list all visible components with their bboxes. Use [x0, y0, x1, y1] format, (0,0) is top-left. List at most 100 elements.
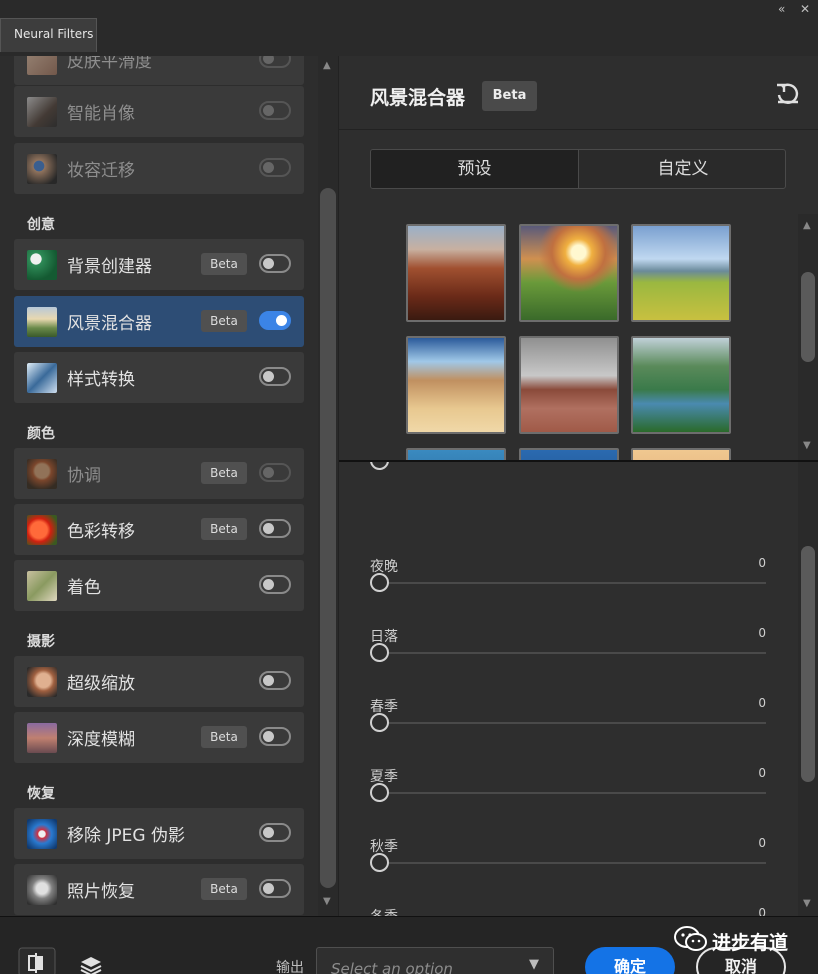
- filter-item-super-zoom[interactable]: 超级缩放: [14, 656, 304, 707]
- section-heading-creative: 创意: [27, 217, 55, 233]
- tab-preset[interactable]: 预设: [371, 150, 579, 188]
- preset-sunset-hills[interactable]: [519, 224, 619, 322]
- filter-item-skin-smoothing[interactable]: 皮肤平滑度: [14, 56, 304, 85]
- close-icon[interactable]: ✕: [800, 2, 810, 16]
- filter-label: 风景混合器: [67, 314, 152, 334]
- slider-handle[interactable]: [370, 643, 389, 662]
- scroll-up-icon[interactable]: ▲: [323, 60, 331, 71]
- slider-handle[interactable]: [370, 573, 389, 592]
- preset-mountain-meadow[interactable]: [631, 224, 731, 322]
- slider-handle[interactable]: [370, 462, 389, 470]
- super-zoom-thumbnail: [27, 667, 57, 697]
- watermark-text: 进步有道: [712, 932, 789, 954]
- filter-item-landscape-mixer[interactable]: 风景混合器 Beta: [14, 296, 304, 347]
- tab-neural-filters[interactable]: Neural Filters: [0, 18, 97, 52]
- filter-toggle[interactable]: [259, 727, 291, 746]
- filter-toggle[interactable]: [259, 823, 291, 842]
- slider-label: 秋季: [370, 839, 398, 855]
- slider-summer[interactable]: 夏季 0: [370, 766, 766, 816]
- scrollbar-thumb[interactable]: [801, 272, 815, 362]
- collapse-icon[interactable]: «: [778, 2, 785, 16]
- filter-item-depth-blur[interactable]: 深度模糊 Beta: [14, 712, 304, 763]
- slider-handle[interactable]: [370, 783, 389, 802]
- slider-value: 0: [758, 766, 766, 780]
- filter-toggle[interactable]: [259, 879, 291, 898]
- slider-value: 0: [758, 836, 766, 850]
- preset-river-valley[interactable]: [631, 336, 731, 434]
- filter-item-color-transfer[interactable]: 色彩转移 Beta: [14, 504, 304, 555]
- photo-restoration-thumbnail: [27, 875, 57, 905]
- filter-item-harmonization[interactable]: 协调 Beta: [14, 448, 304, 499]
- slider-night[interactable]: 夜晚 0: [370, 556, 766, 606]
- filter-toggle[interactable]: [259, 575, 291, 594]
- filter-label: 皮肤平滑度: [67, 56, 152, 72]
- filter-toggle[interactable]: [259, 158, 291, 177]
- slider-track[interactable]: [380, 792, 766, 794]
- filter-toggle[interactable]: [259, 101, 291, 120]
- gallery-scrollbar[interactable]: ▲ ▼: [798, 214, 818, 460]
- scroll-up-icon[interactable]: ▲: [803, 220, 811, 231]
- filter-list-scrollbar[interactable]: ▲ ▼: [318, 56, 338, 916]
- detail-header: 风景混合器 Beta: [339, 56, 818, 130]
- slider-value: 0: [758, 626, 766, 640]
- preset-ocean[interactable]: [406, 448, 506, 460]
- toggle-knob: [263, 105, 274, 116]
- slider-scrollbar[interactable]: ▼: [798, 462, 818, 916]
- filter-detail-panel: 风景混合器 Beta 预设 自定义 ▲ ▼ 夜晚 0 日落 0 春季 0 夏季 …: [338, 56, 818, 916]
- chevron-down-icon: ▼: [529, 957, 539, 972]
- filter-item-smart-portrait[interactable]: 智能肖像: [14, 86, 304, 137]
- preset-golden[interactable]: [631, 448, 731, 460]
- filter-item-style-transfer[interactable]: 样式转换: [14, 352, 304, 403]
- title-bar: Neural Filters « ✕: [0, 0, 818, 56]
- depth-blur-thumbnail: [27, 723, 57, 753]
- tab-custom[interactable]: 自定义: [579, 150, 785, 188]
- scroll-down-icon[interactable]: ▼: [803, 898, 811, 909]
- filter-label: 妆容迁移: [67, 161, 135, 181]
- compare-icon[interactable]: [18, 947, 56, 974]
- filter-toggle[interactable]: [259, 311, 291, 330]
- filter-toggle[interactable]: [259, 463, 291, 482]
- slider-track[interactable]: [380, 582, 766, 584]
- filter-toggle[interactable]: [259, 671, 291, 690]
- ok-button[interactable]: 确定: [585, 947, 675, 974]
- beta-badge: Beta: [201, 726, 247, 748]
- filter-toggle[interactable]: [259, 519, 291, 538]
- reset-icon[interactable]: [775, 80, 801, 106]
- slider-handle[interactable]: [370, 713, 389, 732]
- slider-partial[interactable]: [370, 462, 766, 484]
- slider-value: 0: [758, 556, 766, 570]
- toggle-knob: [263, 467, 274, 478]
- toggle-knob: [263, 523, 274, 534]
- slider-track[interactable]: [380, 652, 766, 654]
- preset-canyon[interactable]: [406, 224, 506, 322]
- filter-item-makeup-transfer[interactable]: 妆容迁移: [14, 143, 304, 194]
- filter-toggle[interactable]: [259, 56, 291, 68]
- preset-desert-rocks[interactable]: [406, 336, 506, 434]
- toggle-knob: [263, 675, 274, 686]
- slider-autumn[interactable]: 秋季 0: [370, 836, 766, 886]
- slider-track[interactable]: [380, 862, 766, 864]
- beta-badge: Beta: [201, 253, 247, 275]
- slider-spring[interactable]: 春季 0: [370, 696, 766, 746]
- scroll-down-icon[interactable]: ▼: [323, 896, 331, 907]
- slider-handle[interactable]: [370, 853, 389, 872]
- filter-toggle[interactable]: [259, 367, 291, 386]
- preset-blue-sky[interactable]: [519, 448, 619, 460]
- filter-item-jpeg-artifact-removal[interactable]: 移除 JPEG 伪影: [14, 808, 304, 859]
- slider-track[interactable]: [380, 722, 766, 724]
- filter-item-photo-restoration[interactable]: 照片恢复 Beta: [14, 864, 304, 915]
- preset-monument-valley[interactable]: [519, 336, 619, 434]
- output-select[interactable]: Select an option ▼: [316, 947, 554, 974]
- slider-sunset[interactable]: 日落 0: [370, 626, 766, 676]
- filter-item-colorize[interactable]: 着色: [14, 560, 304, 611]
- filter-list: 皮肤平滑度 智能肖像 妆容迁移 创意 背景创建器 Beta 风景混合器 Beta: [0, 56, 318, 916]
- scroll-down-icon[interactable]: ▼: [803, 440, 811, 451]
- slider-winter[interactable]: 冬季 0: [370, 906, 766, 916]
- toggle-knob: [263, 56, 274, 64]
- toggle-knob: [263, 883, 274, 894]
- layers-icon[interactable]: [72, 947, 110, 974]
- scrollbar-thumb[interactable]: [801, 546, 815, 782]
- filter-toggle[interactable]: [259, 254, 291, 273]
- scrollbar-thumb[interactable]: [320, 188, 336, 888]
- filter-item-background-creator[interactable]: 背景创建器 Beta: [14, 239, 304, 290]
